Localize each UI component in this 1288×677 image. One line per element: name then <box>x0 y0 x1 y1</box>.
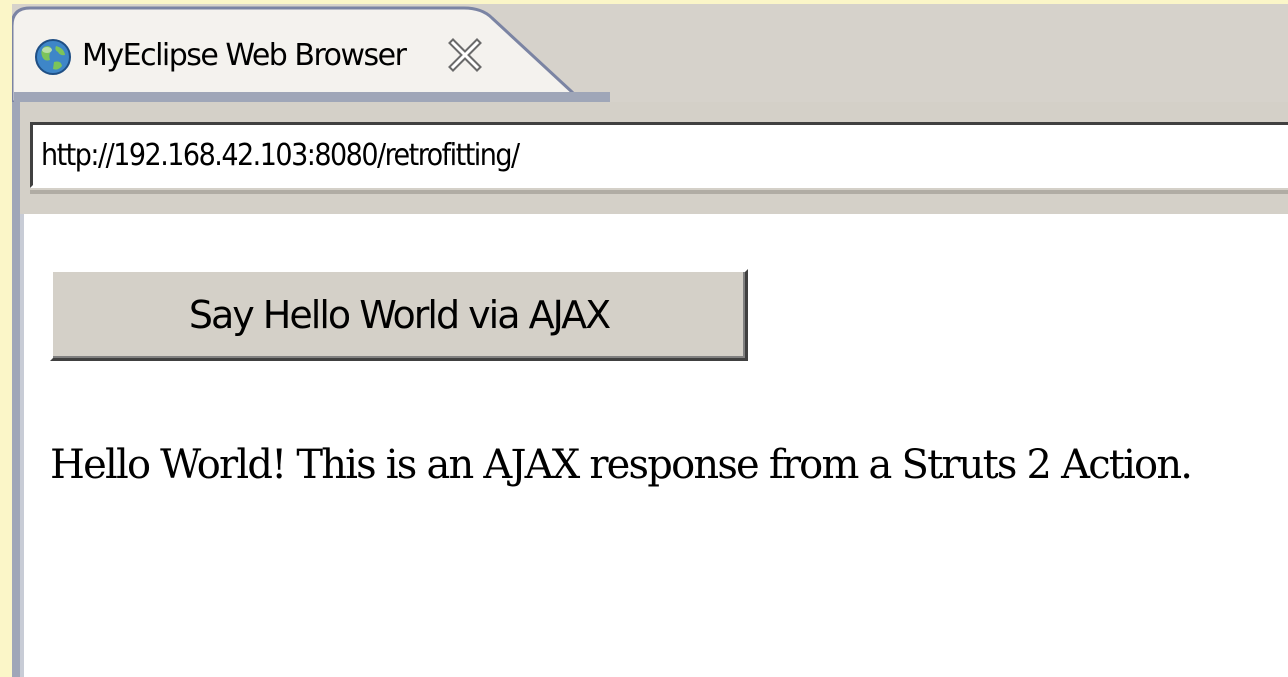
frame-left-border <box>12 102 20 677</box>
browser-tab[interactable]: MyEclipse Web Browser <box>12 4 612 102</box>
tab-title: MyEclipse Web Browser <box>82 38 407 73</box>
address-divider <box>30 190 1288 194</box>
globe-icon <box>34 38 72 76</box>
address-input[interactable] <box>30 122 1288 188</box>
ajax-response-text: Hello World! This is an AJAX response fr… <box>50 442 1193 488</box>
say-hello-button[interactable]: Say Hello World via AJAX <box>50 269 748 361</box>
close-icon[interactable] <box>448 38 482 72</box>
browser-window: MyEclipse Web Browser Say Hello World vi… <box>0 0 1288 677</box>
